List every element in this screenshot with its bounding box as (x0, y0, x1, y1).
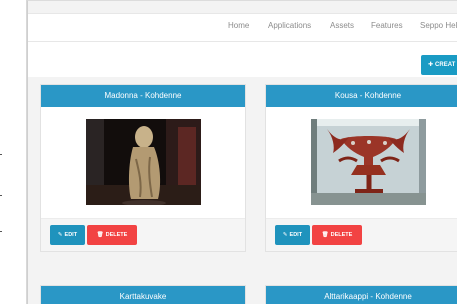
app-window: Home Applications Assets Features Seppo … (27, 0, 457, 304)
delete-label: DELETE (330, 232, 353, 238)
page: Home Applications Assets Features Seppo … (0, 0, 457, 304)
card-body (41, 107, 245, 218)
asset-card: Alttarikaappi - Kohdenne (265, 285, 457, 304)
kousa-thumbnail[interactable] (311, 119, 426, 205)
pencil-icon: ✎ (282, 232, 288, 238)
asset-card: Karttakuvake (40, 285, 246, 304)
edit-button[interactable]: ✎ EDIT (50, 225, 85, 245)
card-title: Kousa - Kohdenne (266, 85, 457, 107)
left-panel-edge (0, 0, 27, 304)
delete-button[interactable]: 🗑 DELETE (87, 225, 137, 245)
nav-assets[interactable]: Assets (330, 21, 354, 30)
top-navbar: Home Applications Assets Features Seppo … (28, 13, 457, 42)
card-title: Alttarikaappi - Kohdenne (266, 286, 457, 304)
nav-user-menu[interactable]: Seppo Hel (420, 21, 457, 30)
card-footer: ✎ EDIT 🗑 DELETE (41, 218, 245, 251)
madonna-thumbnail[interactable] (86, 119, 201, 205)
card-footer: ✎ EDIT 🗑 DELETE (266, 218, 457, 251)
edit-button[interactable]: ✎ EDIT (275, 225, 310, 245)
edge-marker (0, 154, 2, 155)
trash-icon: 🗑 (96, 232, 104, 238)
trash-icon: 🗑 (321, 232, 329, 238)
card-title: Karttakuvake (41, 286, 245, 304)
card-title: Madonna - Kohdenne (41, 85, 245, 107)
nav-features[interactable]: Features (371, 21, 403, 30)
asset-card: Madonna - Kohdenne ✎ EDIT 🗑 DELETE (40, 84, 246, 252)
asset-card: Kousa - Kohdenne ✎ EDIT 🗑 DELETE (265, 84, 457, 252)
action-bar: ✚ CREAT (28, 42, 457, 77)
create-button[interactable]: ✚ CREAT (421, 55, 457, 75)
delete-button[interactable]: 🗑 DELETE (312, 225, 362, 245)
edge-marker (0, 231, 2, 232)
pencil-icon: ✎ (57, 232, 63, 238)
edit-label: EDIT (289, 232, 303, 238)
edit-label: EDIT (64, 232, 78, 238)
delete-label: DELETE (105, 232, 128, 238)
plus-icon: ✚ (428, 62, 434, 68)
card-body (266, 107, 457, 218)
edge-marker (0, 195, 2, 196)
nav-home[interactable]: Home (228, 21, 249, 30)
create-button-label: CREAT (435, 62, 456, 68)
nav-applications[interactable]: Applications (268, 21, 311, 30)
